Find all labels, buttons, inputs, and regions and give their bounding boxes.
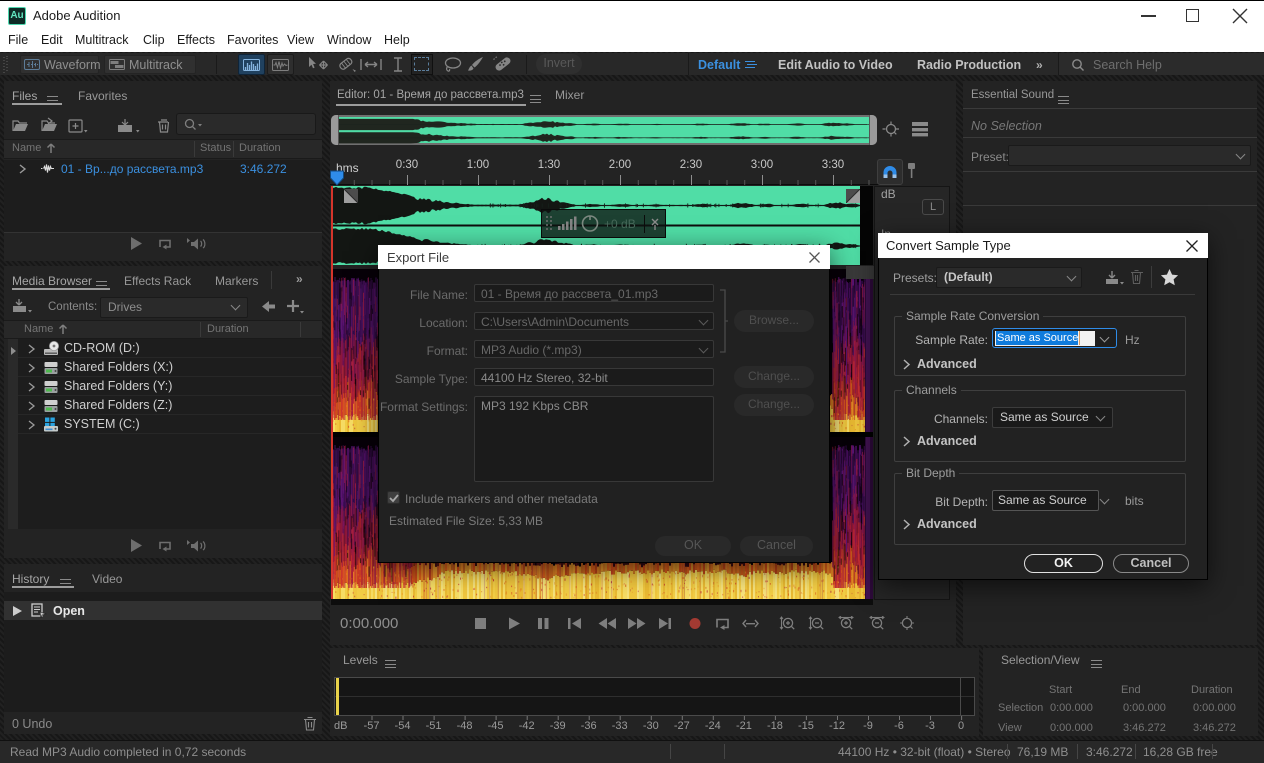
svg-text:-54: -54 [395, 720, 411, 732]
svg-text:3:00: 3:00 [751, 159, 773, 171]
svg-text:-33: -33 [612, 720, 628, 732]
svg-text:-51: -51 [426, 720, 442, 732]
svg-text:0: 0 [958, 720, 964, 732]
svg-text:-27: -27 [674, 720, 690, 732]
svg-text:-6: -6 [894, 720, 904, 732]
svg-text:-21: -21 [736, 720, 752, 732]
svg-text:-42: -42 [519, 720, 535, 732]
svg-text:-18: -18 [767, 720, 783, 732]
svg-text:dB: dB [334, 720, 347, 732]
svg-text:-45: -45 [488, 720, 504, 732]
svg-text:-24: -24 [705, 720, 721, 732]
svg-text:-36: -36 [581, 720, 597, 732]
svg-text:0:30: 0:30 [396, 159, 418, 171]
svg-text:-9: -9 [863, 720, 873, 732]
svg-text:-15: -15 [798, 720, 814, 732]
svg-text:-12: -12 [829, 720, 845, 732]
svg-text:-48: -48 [457, 720, 473, 732]
svg-text:1:00: 1:00 [467, 159, 489, 171]
svg-text:2:00: 2:00 [609, 159, 631, 171]
svg-text:2:30: 2:30 [680, 159, 702, 171]
svg-text:-30: -30 [643, 720, 659, 732]
svg-text:1:30: 1:30 [538, 159, 560, 171]
svg-text:+0 dB: +0 dB [604, 217, 636, 231]
svg-text:-39: -39 [550, 720, 566, 732]
svg-text:-3: -3 [925, 720, 935, 732]
svg-text:-57: -57 [364, 720, 380, 732]
svg-text:3:30: 3:30 [822, 159, 844, 171]
